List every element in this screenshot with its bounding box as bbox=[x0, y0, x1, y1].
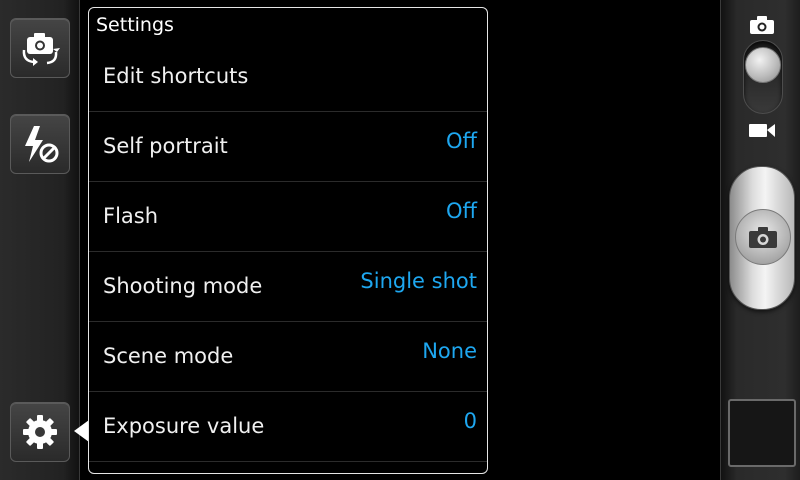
settings-row-value: Single shot bbox=[360, 269, 477, 293]
settings-row-label: Flash bbox=[103, 204, 159, 228]
flash-off-icon bbox=[25, 126, 59, 163]
camera-video-mode-switch[interactable] bbox=[743, 40, 783, 114]
left-toolbar bbox=[0, 0, 80, 480]
settings-button[interactable] bbox=[10, 402, 70, 462]
settings-row-value: None bbox=[422, 339, 477, 363]
settings-row-edit-shortcuts[interactable]: Edit shortcuts bbox=[89, 42, 487, 112]
right-control-bar bbox=[720, 0, 800, 480]
camera-switch-icon bbox=[22, 33, 60, 66]
settings-row-shooting-mode[interactable]: Shooting mode Single shot bbox=[89, 252, 487, 322]
mode-switch-knob[interactable] bbox=[745, 47, 781, 83]
settings-row-label: Exposure value bbox=[103, 414, 265, 438]
settings-row-self-portrait[interactable]: Self portrait Off bbox=[89, 112, 487, 182]
video-mode-icon bbox=[749, 124, 775, 137]
gear-icon bbox=[23, 415, 57, 449]
camera-switch-button[interactable] bbox=[10, 18, 70, 78]
gallery-thumbnail[interactable] bbox=[728, 399, 796, 467]
settings-row-exposure-value[interactable]: Exposure value 0 bbox=[89, 392, 487, 462]
settings-row-scene-mode[interactable]: Scene mode None bbox=[89, 322, 487, 392]
shutter-inner bbox=[735, 209, 791, 265]
settings-row-label: Self portrait bbox=[103, 134, 228, 158]
settings-pointer-arrow bbox=[74, 420, 89, 442]
shutter-camera-icon bbox=[749, 227, 777, 248]
settings-row-label: Edit shortcuts bbox=[103, 64, 249, 88]
settings-row-value: 0 bbox=[463, 409, 477, 433]
settings-row-value: Off bbox=[446, 199, 477, 223]
shutter-button[interactable] bbox=[729, 166, 795, 310]
settings-panel: Settings Edit shortcuts Self portrait Of… bbox=[88, 7, 488, 474]
settings-row-flash[interactable]: Flash Off bbox=[89, 182, 487, 252]
settings-title: Settings bbox=[96, 14, 174, 36]
camera-screen: Settings Edit shortcuts Self portrait Of… bbox=[0, 0, 800, 480]
camera-mode-icon bbox=[750, 16, 774, 34]
settings-row-label: Shooting mode bbox=[103, 274, 263, 298]
settings-row-label: Scene mode bbox=[103, 344, 234, 368]
settings-row-value: Off bbox=[446, 129, 477, 153]
flash-button[interactable] bbox=[10, 114, 70, 174]
